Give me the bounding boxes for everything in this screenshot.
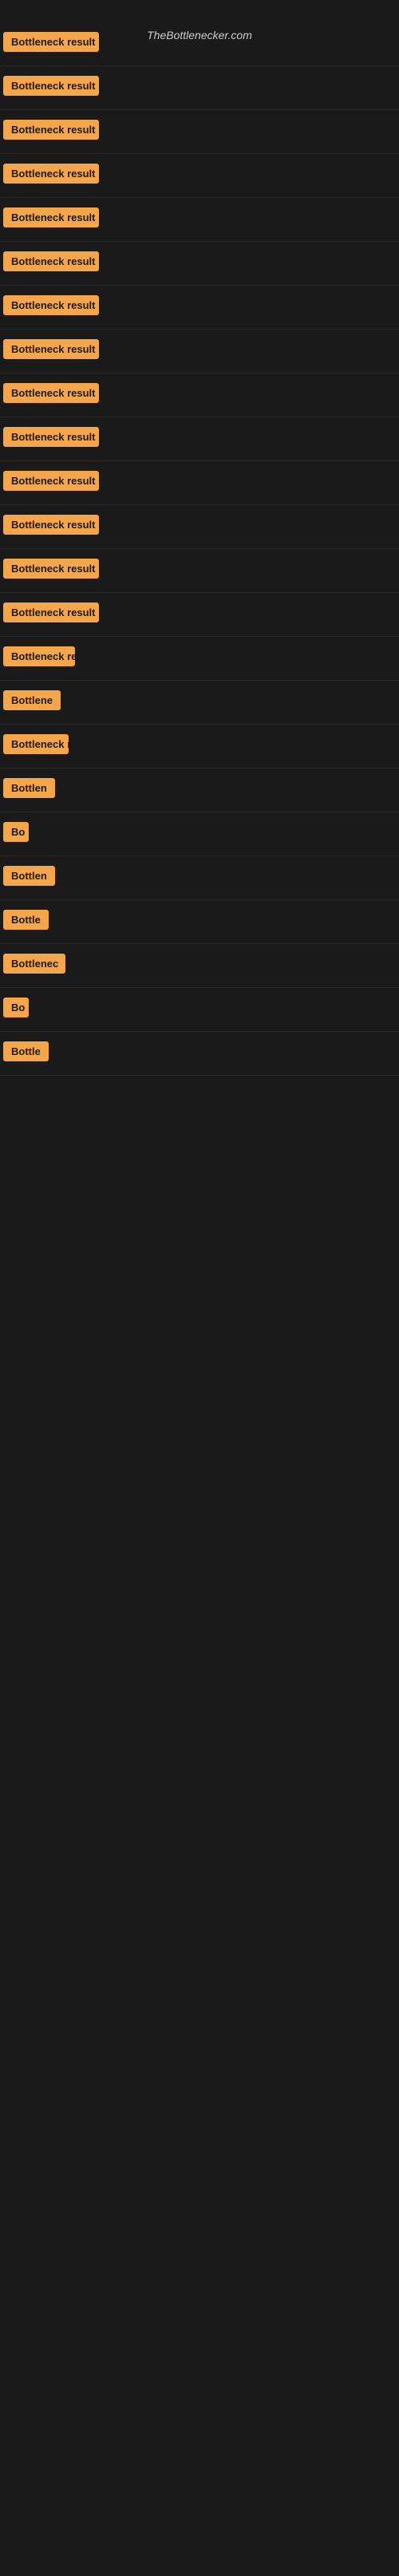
result-row-7: Bottleneck result xyxy=(0,286,399,330)
result-row-13: Bottleneck result xyxy=(0,549,399,593)
result-row-24: Bottle xyxy=(0,1032,399,1076)
result-row-23: Bo xyxy=(0,988,399,1032)
result-row-10: Bottleneck result xyxy=(0,417,399,461)
bottleneck-badge-5[interactable]: Bottleneck result xyxy=(3,207,99,227)
bottleneck-badge-21[interactable]: Bottle xyxy=(3,910,49,930)
result-row-20: Bottlen xyxy=(0,856,399,900)
bottleneck-badge-14[interactable]: Bottleneck result xyxy=(3,603,99,622)
bottleneck-badge-19[interactable]: Bo xyxy=(3,822,29,842)
result-row-18: Bottlen xyxy=(0,768,399,812)
result-row-17: Bottleneck r xyxy=(0,725,399,768)
result-row-4: Bottleneck result xyxy=(0,154,399,198)
bottleneck-badge-11[interactable]: Bottleneck result xyxy=(3,471,99,491)
bottleneck-badge-17[interactable]: Bottleneck r xyxy=(3,734,69,754)
bottleneck-badge-3[interactable]: Bottleneck result xyxy=(3,120,99,140)
result-row-5: Bottleneck result xyxy=(0,198,399,242)
result-row-12: Bottleneck result xyxy=(0,505,399,549)
result-row-1: Bottleneck result xyxy=(0,22,399,66)
bottleneck-badge-9[interactable]: Bottleneck result xyxy=(3,383,99,403)
bottleneck-badge-20[interactable]: Bottlen xyxy=(3,866,55,886)
bottleneck-badge-2[interactable]: Bottleneck result xyxy=(3,76,99,96)
result-row-9: Bottleneck result xyxy=(0,373,399,417)
bottleneck-badge-4[interactable]: Bottleneck result xyxy=(3,164,99,184)
bottleneck-badge-24[interactable]: Bottle xyxy=(3,1041,49,1061)
page-container: TheBottlenecker.com Bottleneck resultBot… xyxy=(0,22,399,2576)
result-row-14: Bottleneck result xyxy=(0,593,399,637)
bottleneck-badge-23[interactable]: Bo xyxy=(3,998,29,1017)
bottleneck-badge-6[interactable]: Bottleneck result xyxy=(3,251,99,271)
bottleneck-badge-12[interactable]: Bottleneck result xyxy=(3,515,99,535)
bottleneck-badge-1[interactable]: Bottleneck result xyxy=(3,32,99,52)
bottleneck-badge-10[interactable]: Bottleneck result xyxy=(3,427,99,447)
result-row-8: Bottleneck result xyxy=(0,330,399,373)
result-row-16: Bottlene xyxy=(0,681,399,725)
bottleneck-badge-15[interactable]: Bottleneck re xyxy=(3,646,75,666)
result-row-22: Bottlenec xyxy=(0,944,399,988)
result-row-19: Bo xyxy=(0,812,399,856)
result-row-3: Bottleneck result xyxy=(0,110,399,154)
bottleneck-badge-22[interactable]: Bottlenec xyxy=(3,954,65,974)
result-row-2: Bottleneck result xyxy=(0,66,399,110)
result-row-21: Bottle xyxy=(0,900,399,944)
bottleneck-badge-8[interactable]: Bottleneck result xyxy=(3,339,99,359)
result-row-15: Bottleneck re xyxy=(0,637,399,681)
bottleneck-badge-16[interactable]: Bottlene xyxy=(3,690,61,710)
result-row-11: Bottleneck result xyxy=(0,461,399,505)
bottleneck-badge-18[interactable]: Bottlen xyxy=(3,778,55,798)
result-row-6: Bottleneck result xyxy=(0,242,399,286)
bottleneck-badge-13[interactable]: Bottleneck result xyxy=(3,559,99,579)
bottleneck-badge-7[interactable]: Bottleneck result xyxy=(3,295,99,315)
